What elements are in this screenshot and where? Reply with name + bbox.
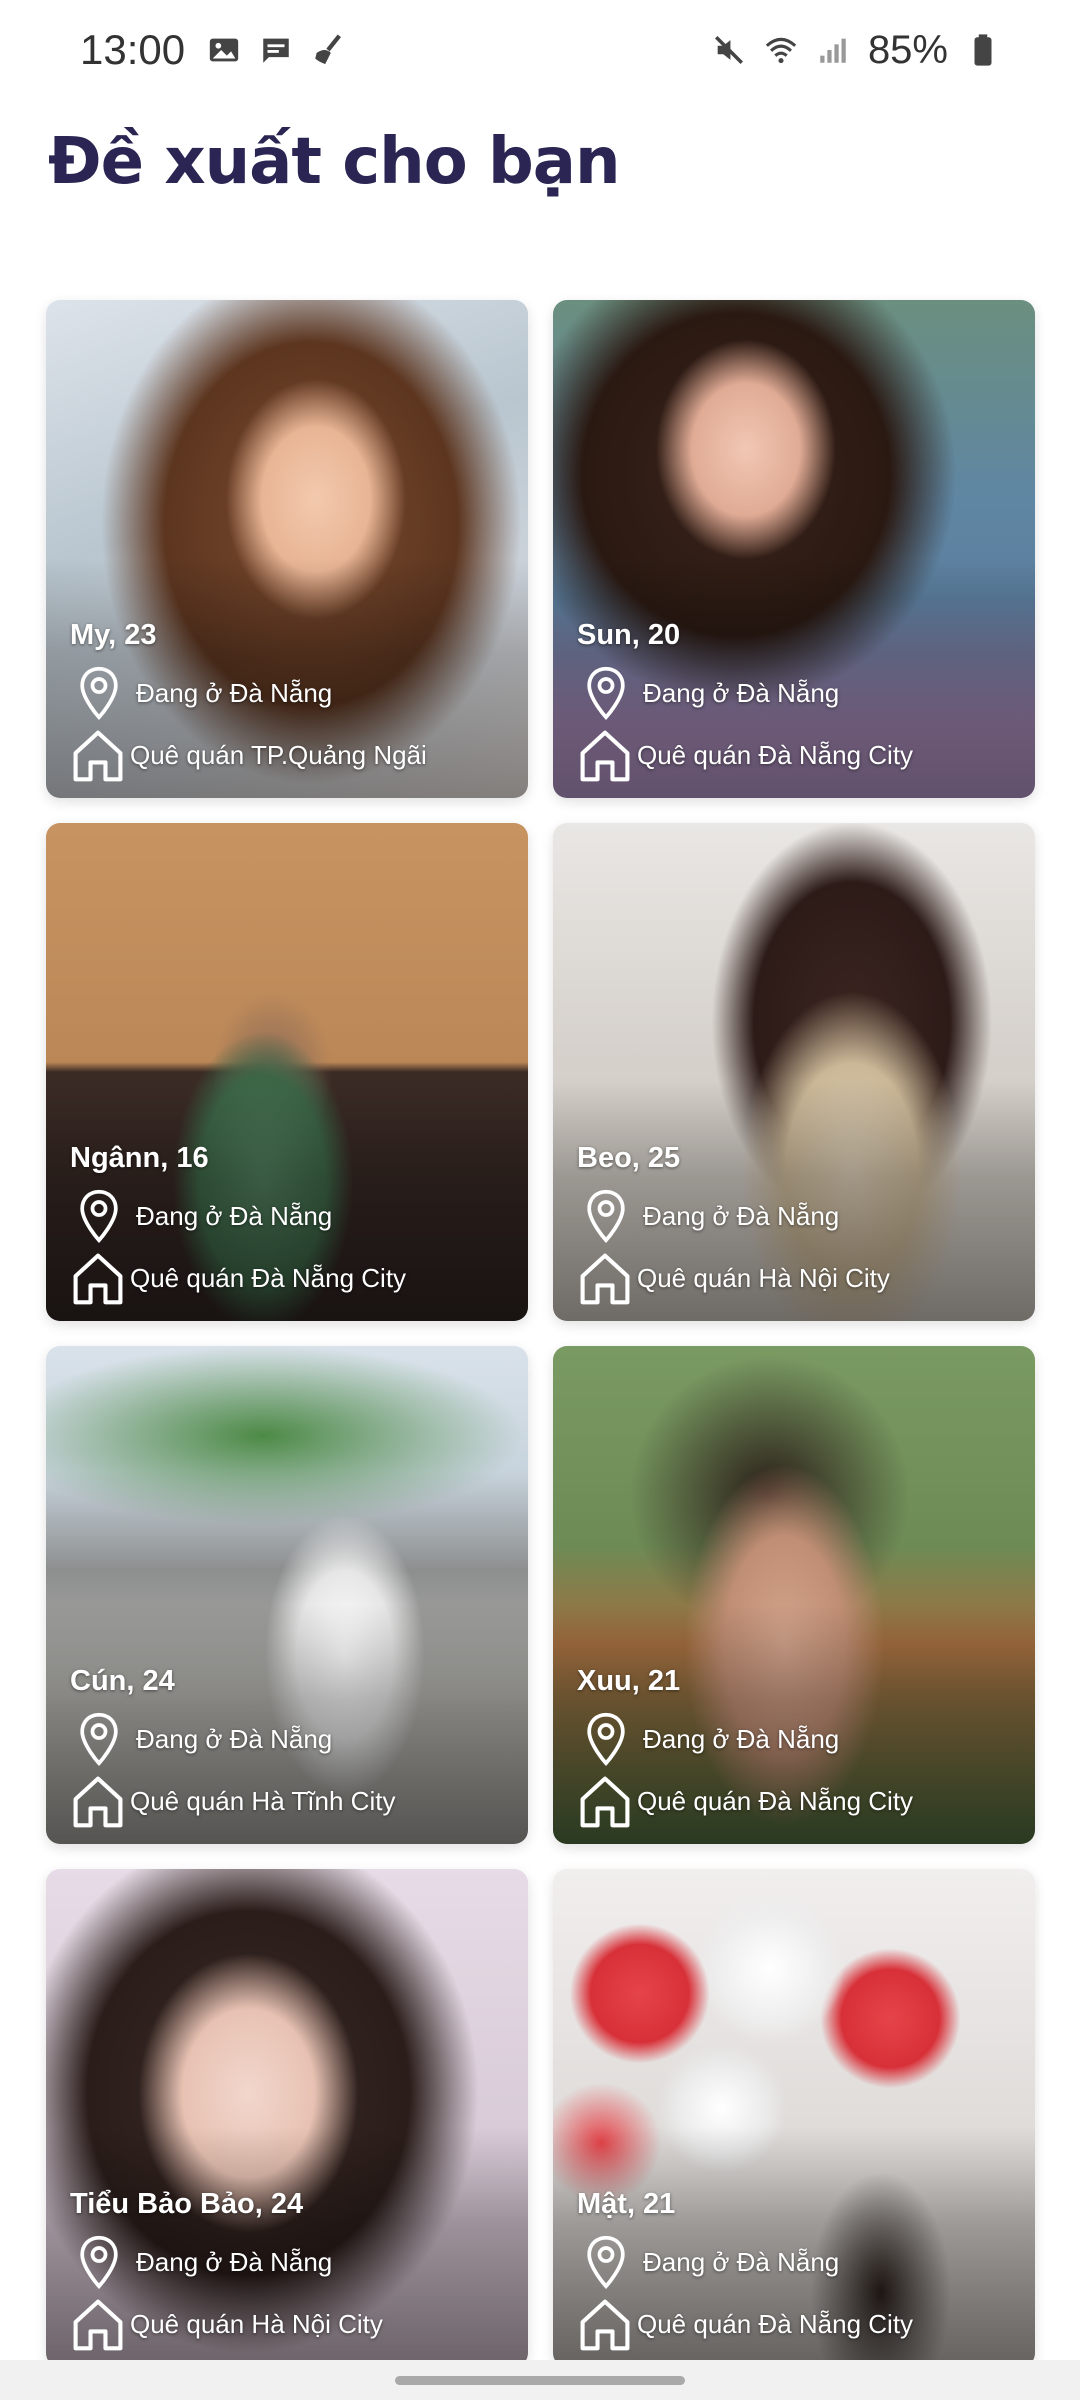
cleaner-icon bbox=[311, 33, 345, 67]
profile-location-row: Đang ở Đà Nẵng bbox=[70, 1708, 518, 1770]
profile-location: Đang ở Đà Nẵng bbox=[136, 1723, 333, 1754]
profile-location-row: Đang ở Đà Nẵng bbox=[70, 1185, 518, 1247]
home-icon bbox=[577, 727, 633, 783]
home-icon bbox=[70, 1250, 126, 1306]
profile-card[interactable]: Cún, 24 Đang ở Đà Nẵng Quê quán Hà Tĩnh … bbox=[46, 1346, 528, 1844]
profile-location: Đang ở Đà Nẵng bbox=[136, 1200, 333, 1231]
profile-location-row: Đang ở Đà Nẵng bbox=[70, 2231, 518, 2293]
profile-card[interactable]: Tiểu Bảo Bảo, 24 Đang ở Đà Nẵng Quê quán… bbox=[46, 1869, 528, 2367]
profile-hometown-row: Quê quán Đà Nẵng City bbox=[577, 724, 1025, 786]
profile-name: Beo, 25 bbox=[577, 1142, 681, 1174]
home-icon bbox=[70, 727, 126, 783]
profile-hometown-row: Quê quán Đà Nẵng City bbox=[70, 1247, 518, 1309]
profile-hometown-row: Quê quán Đà Nẵng City bbox=[577, 2293, 1025, 2355]
profile-location-row: Đang ở Đà Nẵng bbox=[577, 662, 1025, 724]
location-pin-icon bbox=[583, 1188, 629, 1244]
profile-card[interactable]: My, 23 Đang ở Đà Nẵng Quê quán TP.Quảng … bbox=[46, 300, 528, 798]
profile-hometown: Quê quán Đà Nẵng City bbox=[637, 2308, 914, 2339]
location-pin-icon bbox=[76, 1711, 122, 1767]
profile-location: Đang ở Đà Nẵng bbox=[643, 1723, 840, 1754]
profile-location: Đang ở Đà Nẵng bbox=[136, 2246, 333, 2277]
profile-hometown-row: Quê quán TP.Quảng Ngãi bbox=[70, 724, 518, 786]
profile-location: Đang ở Đà Nẵng bbox=[643, 677, 840, 708]
profile-name: My, 23 bbox=[70, 619, 157, 651]
location-pin-icon bbox=[76, 1188, 122, 1244]
profile-hometown: Quê quán Đà Nẵng City bbox=[637, 739, 914, 770]
image-icon bbox=[207, 33, 241, 67]
battery-icon bbox=[966, 33, 1000, 67]
profile-location: Đang ở Đà Nẵng bbox=[643, 2246, 840, 2277]
profile-info: My, 23 Đang ở Đà Nẵng Quê quán TP.Quảng … bbox=[70, 619, 518, 786]
profile-card[interactable]: Xuu, 21 Đang ở Đà Nẵng Quê quán Đà Nẵng … bbox=[553, 1346, 1035, 1844]
profile-location-row: Đang ở Đà Nẵng bbox=[577, 2231, 1025, 2293]
home-indicator[interactable] bbox=[395, 2376, 685, 2385]
profile-hometown: Quê quán Hà Nội City bbox=[637, 1262, 890, 1293]
profile-info: Xuu, 21 Đang ở Đà Nẵng Quê quán Đà Nẵng … bbox=[577, 1665, 1025, 1832]
profile-card[interactable]: Mật, 21 Đang ở Đà Nẵng Quê quán Đà Nẵng … bbox=[553, 1869, 1035, 2367]
profile-info: Ngânn, 16 Đang ở Đà Nẵng Quê quán Đà Nẵn… bbox=[70, 1142, 518, 1309]
home-icon bbox=[70, 1773, 126, 1829]
home-icon bbox=[577, 1250, 633, 1306]
profile-name: Sun, 20 bbox=[577, 619, 681, 651]
profile-hometown-row: Quê quán Hà Tĩnh City bbox=[70, 1770, 518, 1832]
wifi-icon bbox=[764, 33, 798, 67]
profile-name: Mật, 21 bbox=[577, 2188, 676, 2220]
page-title: Đề xuất cho bạn bbox=[48, 125, 621, 199]
profile-info: Tiểu Bảo Bảo, 24 Đang ở Đà Nẵng Quê quán… bbox=[70, 2188, 518, 2355]
home-icon bbox=[70, 2296, 126, 2352]
profile-info: Cún, 24 Đang ở Đà Nẵng Quê quán Hà Tĩnh … bbox=[70, 1665, 518, 1832]
status-time: 13:00 bbox=[80, 26, 186, 73]
profile-info: Beo, 25 Đang ở Đà Nẵng Quê quán Hà Nội C… bbox=[577, 1142, 1025, 1309]
profile-name: Cún, 24 bbox=[70, 1665, 175, 1697]
profile-hometown: Quê quán Hà Tĩnh City bbox=[130, 1785, 396, 1816]
home-icon bbox=[577, 2296, 633, 2352]
profile-location-row: Đang ở Đà Nẵng bbox=[577, 1708, 1025, 1770]
battery-percent: 85% bbox=[867, 27, 948, 72]
profile-name: Tiểu Bảo Bảo, 24 bbox=[70, 2188, 304, 2220]
location-pin-icon bbox=[583, 2234, 629, 2290]
profile-hometown-row: Quê quán Hà Nội City bbox=[577, 1247, 1025, 1309]
home-icon bbox=[577, 1773, 633, 1829]
status-bar: 13:00 85% bbox=[0, 0, 1080, 100]
signal-icon bbox=[816, 33, 850, 67]
message-icon bbox=[259, 33, 293, 67]
status-right: 85% bbox=[712, 28, 1000, 73]
location-pin-icon bbox=[76, 665, 122, 721]
location-pin-icon bbox=[76, 2234, 122, 2290]
profile-location: Đang ở Đà Nẵng bbox=[136, 677, 333, 708]
profile-grid: My, 23 Đang ở Đà Nẵng Quê quán TP.Quảng … bbox=[46, 300, 1036, 2367]
profile-hometown: Quê quán TP.Quảng Ngãi bbox=[130, 739, 427, 770]
location-pin-icon bbox=[583, 1711, 629, 1767]
profile-info: Sun, 20 Đang ở Đà Nẵng Quê quán Đà Nẵng … bbox=[577, 619, 1025, 786]
profile-hometown: Quê quán Đà Nẵng City bbox=[637, 1785, 914, 1816]
profile-card[interactable]: Beo, 25 Đang ở Đà Nẵng Quê quán Hà Nội C… bbox=[553, 823, 1035, 1321]
profile-hometown-row: Quê quán Đà Nẵng City bbox=[577, 1770, 1025, 1832]
profile-location: Đang ở Đà Nẵng bbox=[643, 1200, 840, 1231]
profile-name: Xuu, 21 bbox=[577, 1665, 681, 1697]
location-pin-icon bbox=[583, 665, 629, 721]
profile-location-row: Đang ở Đà Nẵng bbox=[70, 662, 518, 724]
profile-location-row: Đang ở Đà Nẵng bbox=[577, 1185, 1025, 1247]
profile-hometown-row: Quê quán Hà Nội City bbox=[70, 2293, 518, 2355]
profile-info: Mật, 21 Đang ở Đà Nẵng Quê quán Đà Nẵng … bbox=[577, 2188, 1025, 2355]
profile-card[interactable]: Sun, 20 Đang ở Đà Nẵng Quê quán Đà Nẵng … bbox=[553, 300, 1035, 798]
profile-hometown: Quê quán Hà Nội City bbox=[130, 2308, 383, 2339]
status-left: 13:00 bbox=[80, 26, 345, 74]
profile-hometown: Quê quán Đà Nẵng City bbox=[130, 1262, 407, 1293]
profile-card[interactable]: Ngânn, 16 Đang ở Đà Nẵng Quê quán Đà Nẵn… bbox=[46, 823, 528, 1321]
profile-name: Ngânn, 16 bbox=[70, 1142, 209, 1174]
mute-icon bbox=[712, 33, 746, 67]
